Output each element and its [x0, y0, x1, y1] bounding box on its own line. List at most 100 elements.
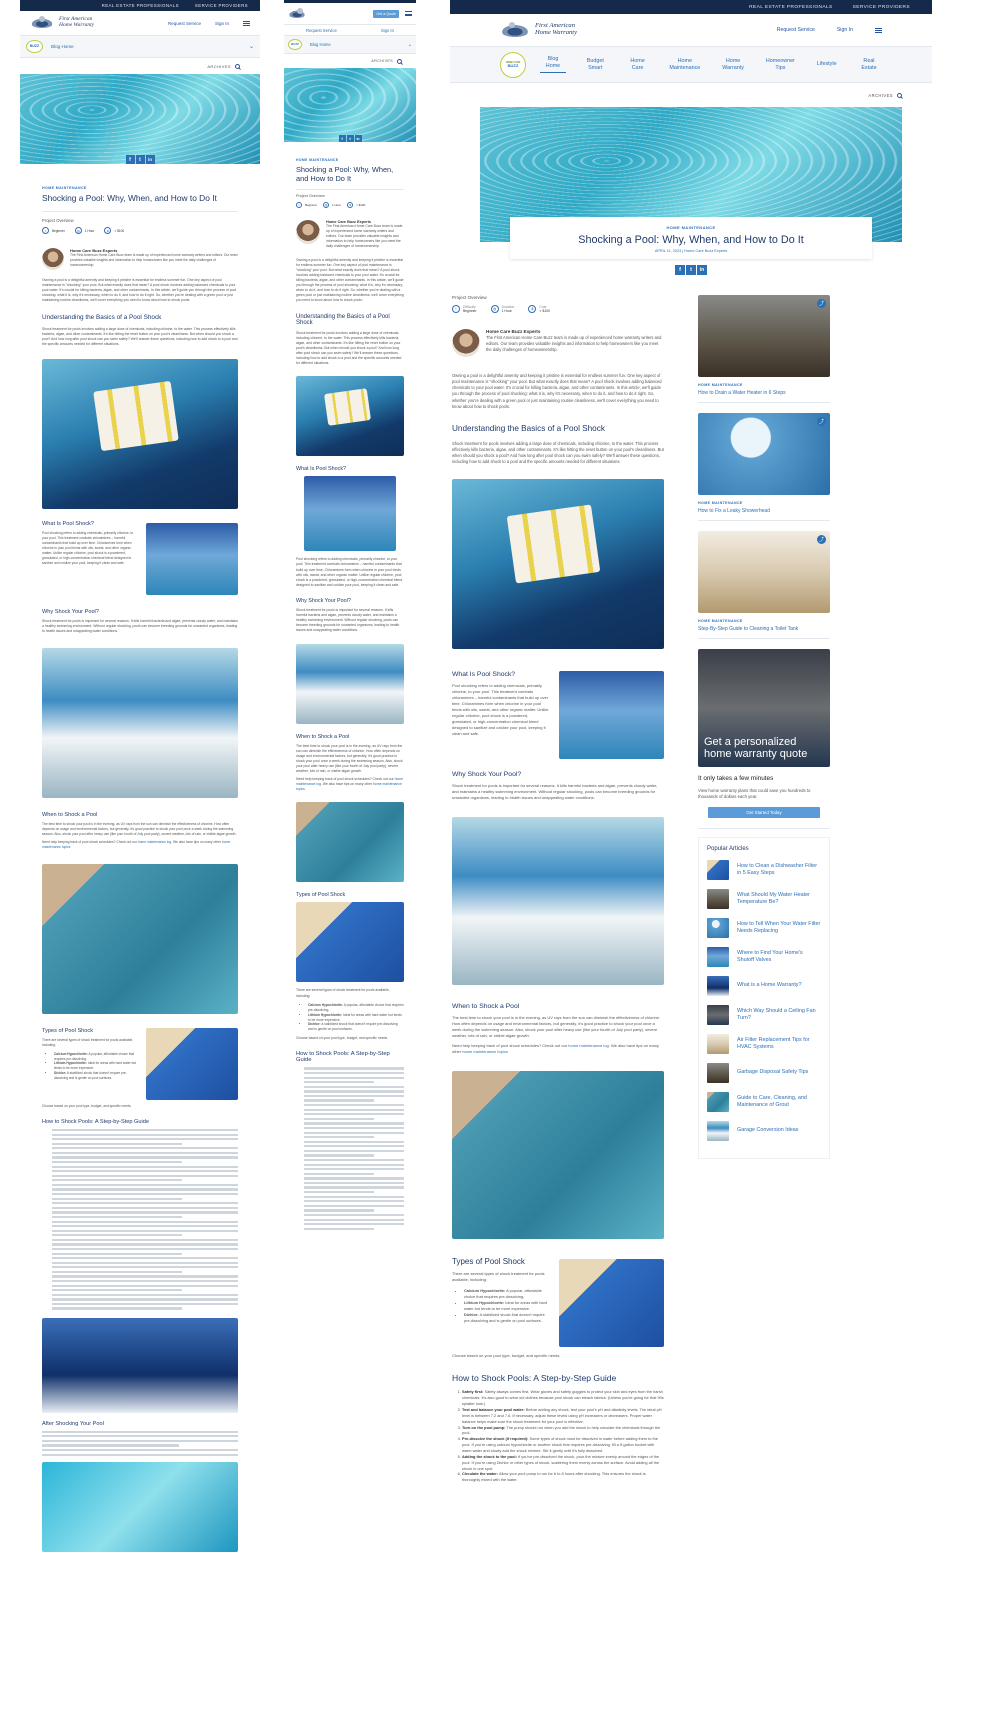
maintenance-topics-link[interactable]: home maintenance topics [462, 1049, 508, 1054]
service-providers-link[interactable]: SERVICE PROVIDERS [195, 3, 248, 8]
nav-home-maintenance[interactable]: Home Maintenance [667, 58, 703, 71]
list-item[interactable]: Garbage Disposal Safety Tips [707, 1062, 821, 1083]
linkedin-icon[interactable]: in [145, 155, 155, 164]
duration-item: ◷ Duration 1 Hour [490, 305, 514, 313]
sign-in-link[interactable]: Sign In [381, 28, 394, 33]
card-title[interactable]: How to Drain a Water Heater in 6 Steps [698, 390, 830, 402]
popular-link[interactable]: How to Tell When Your Water Filter Needs… [737, 921, 821, 935]
article-category[interactable]: HOME MAINTENANCE [296, 158, 404, 162]
card-category[interactable]: HOME MAINTENANCE [698, 501, 830, 505]
archives-link[interactable]: ARCHIVES [207, 64, 231, 69]
sign-in-link[interactable]: Sign In [837, 27, 853, 33]
popular-link[interactable]: Which Way Should a Ceiling Fan Turn? [737, 1008, 821, 1022]
facebook-icon[interactable]: f [125, 155, 135, 164]
section-types-title: Types of Pool Shock [452, 1257, 525, 1267]
related-card[interactable]: ⤴ HOME MAINTENANCE How to Drain a Water … [698, 295, 830, 403]
search-icon[interactable] [897, 92, 902, 98]
popular-link[interactable]: Air Filter Replacement Tips for HVAC Sys… [737, 1037, 821, 1051]
search-icon[interactable] [235, 63, 240, 69]
chevron-down-icon[interactable]: ⌄ [249, 43, 254, 50]
nav-real-estate[interactable]: Real Estate [856, 58, 882, 71]
popular-link[interactable]: What is a Home Warranty? [737, 982, 802, 989]
article-category[interactable]: HOME MAINTENANCE [42, 186, 238, 190]
card-category[interactable]: HOME MAINTENANCE [698, 619, 830, 623]
popular-link[interactable]: Garage Conversion Ideas [737, 1127, 798, 1134]
card-category[interactable]: HOME MAINTENANCE [698, 383, 830, 387]
list-item[interactable]: Air Filter Replacement Tips for HVAC Sys… [707, 1033, 821, 1054]
request-service-link[interactable]: Request Service [777, 27, 815, 33]
blog-nav-select[interactable]: Blog Home [51, 44, 241, 49]
linkedin-icon[interactable]: in [697, 265, 707, 275]
project-overview: ! Difficulty Beginner ◷ Duration 1 Hour $ Cos… [452, 305, 664, 313]
real-estate-link[interactable]: REAL ESTATE PROFESSIONALS [102, 3, 179, 8]
nav-budget-smart[interactable]: Budget Smart [582, 58, 608, 71]
menu-icon[interactable] [875, 27, 882, 33]
nav-home-warranty[interactable]: Home Warranty [719, 58, 747, 71]
list-item[interactable]: Which Way Should a Ceiling Fan Turn? [707, 1004, 821, 1025]
maintenance-log-link[interactable]: home maintenance log [138, 840, 171, 844]
brand-logo[interactable]: First American Home Warranty [30, 16, 94, 29]
home-care-buzz-logo[interactable]: BUZZ [288, 39, 302, 50]
nav-home-care[interactable]: Home Care [625, 58, 651, 71]
request-service-link[interactable]: Request Service [306, 28, 337, 33]
list-item[interactable]: How to Tell When Your Water Filter Needs… [707, 917, 821, 938]
difficulty-icon: ! [296, 202, 302, 208]
card-title[interactable]: Step-By-Step Guide to Cleaning a Toilet … [698, 626, 830, 638]
twitter-icon[interactable]: t [135, 155, 145, 164]
article-category[interactable]: HOME MAINTENANCE [520, 225, 862, 230]
nav-blog-home[interactable]: Blog Home [540, 56, 566, 73]
section-why-body: Shock treatment for pools is important f… [452, 783, 658, 801]
share-icon[interactable]: ⤴ [817, 299, 826, 308]
nav-lifestyle[interactable]: Lifestyle [814, 61, 840, 67]
maintenance-log-link[interactable]: home maintenance log [568, 1043, 608, 1048]
article-intro: Owning a pool is a delightful amenity an… [296, 257, 404, 303]
popular-link[interactable]: Where to Find Your Home's Shutoff Valves [737, 950, 821, 964]
linkedin-icon[interactable]: in [354, 135, 362, 142]
article-thumb [707, 975, 729, 996]
service-providers-link[interactable]: SERVICE PROVIDERS [853, 5, 910, 10]
facebook-icon[interactable]: f [338, 135, 346, 142]
menu-icon[interactable] [405, 11, 412, 16]
card-title[interactable]: How to Fix a Leaky Showerhead [698, 508, 830, 520]
list-item[interactable]: Guide to Care, Cleaning, and Maintenance… [707, 1091, 821, 1112]
home-care-buzz-logo[interactable]: BUZZ [26, 40, 43, 53]
share-icon[interactable]: ⤴ [817, 535, 826, 544]
list-item[interactable]: Where to Find Your Home's Shutoff Valves [707, 946, 821, 967]
popular-link[interactable]: How to Clean a Dishwasher Filter in 5 Ea… [737, 863, 821, 877]
nav-homeowner-tips[interactable]: Homeowner Tips [763, 58, 797, 71]
popular-link[interactable]: Guide to Care, Cleaning, and Maintenance… [737, 1095, 821, 1109]
brand-logo[interactable]: First American Home Warranty [500, 21, 577, 37]
real-estate-link[interactable]: REAL ESTATE PROFESSIONALS [749, 5, 832, 10]
list-item[interactable]: What is a Home Warranty? [707, 975, 821, 996]
cost-item: $ Cost < $100 [528, 305, 550, 313]
sign-in-link[interactable]: Sign In [215, 21, 229, 26]
archives-link[interactable]: ARCHIVES [868, 93, 893, 98]
list-item[interactable]: Garage Conversion Ideas [707, 1120, 821, 1141]
chevron-down-icon[interactable]: ⌄ [408, 42, 412, 48]
popular-link[interactable]: What Should My Water Heater Temperature … [737, 892, 821, 906]
list-item[interactable]: What Should My Water Heater Temperature … [707, 888, 821, 909]
article-title: Shocking a Pool: Why, When, and How to D… [578, 234, 804, 246]
facebook-icon[interactable]: f [675, 265, 685, 275]
search-icon[interactable] [397, 58, 402, 64]
pool-worker-image [42, 1317, 238, 1413]
author-name[interactable]: Home Care Buzz Experts [486, 329, 664, 334]
clock-icon: ◷ [74, 227, 82, 234]
request-service-link[interactable]: Request Service [168, 21, 201, 26]
list-item[interactable]: How to Clean a Dishwasher Filter in 5 Ea… [707, 859, 821, 880]
twitter-icon[interactable]: t [346, 135, 354, 142]
hero-image [284, 68, 416, 142]
get-quote-button[interactable]: Get a Quote [373, 9, 399, 18]
share-icon[interactable]: ⤴ [817, 417, 826, 426]
get-started-button[interactable]: Get Started Today [708, 806, 820, 818]
difficulty-icon: ! [452, 305, 460, 313]
menu-icon[interactable] [243, 20, 250, 26]
related-card[interactable]: ⤴ HOME MAINTENANCE Step-By-Step Guide to… [698, 531, 830, 639]
twitter-icon[interactable]: t [686, 265, 696, 275]
brand-logo[interactable] [288, 7, 306, 18]
home-care-buzz-logo[interactable]: HOME CARE BUZZ [500, 51, 526, 78]
popular-link[interactable]: Garbage Disposal Safety Tips [737, 1069, 808, 1076]
archives-link[interactable]: ARCHIVES [371, 59, 393, 63]
related-card[interactable]: ⤴ HOME MAINTENANCE How to Fix a Leaky Sh… [698, 413, 830, 521]
blog-nav-select[interactable]: Blog Home [310, 42, 400, 47]
